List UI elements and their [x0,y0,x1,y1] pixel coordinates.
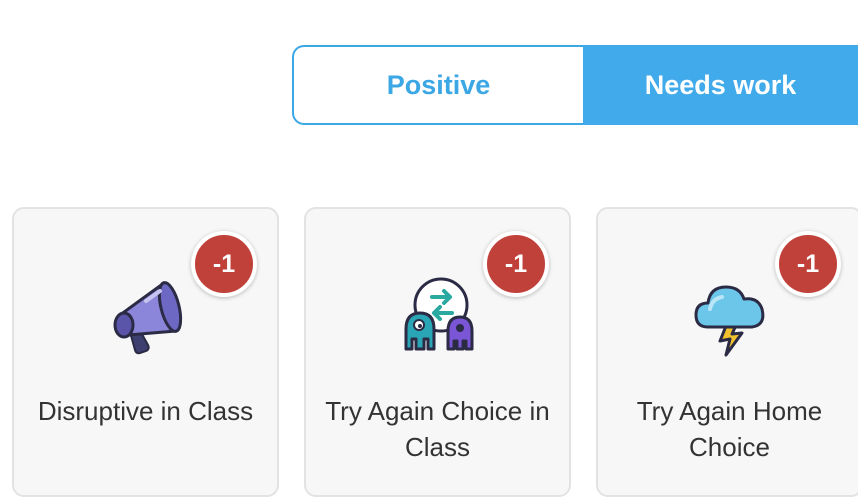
behavior-label: Try Again Choice in Class [325,396,550,462]
behavior-label: Disruptive in Class [37,396,254,426]
behavior-card-try-again-home-choice[interactable]: -1 Try Again Home Choice [596,207,858,497]
behavior-card-try-again-choice-in-class[interactable]: -1 Try Again Choice in Class [304,207,571,497]
behavior-type-toggle: Positive Needs work [292,45,858,125]
points-badge: -1 [191,231,257,297]
needs-work-tab[interactable]: Needs work [583,45,858,125]
behavior-card-disruptive-in-class[interactable]: -1 Disruptive in Class [12,207,279,497]
storm-cloud-icon [694,285,765,357]
megaphone-icon [113,281,183,355]
positive-tab[interactable]: Positive [292,45,583,125]
behavior-label: Try Again Home Choice [636,396,823,462]
points-badge: -1 [775,231,841,297]
points-badge: -1 [483,231,549,297]
monsters-swap-icon [404,277,474,351]
